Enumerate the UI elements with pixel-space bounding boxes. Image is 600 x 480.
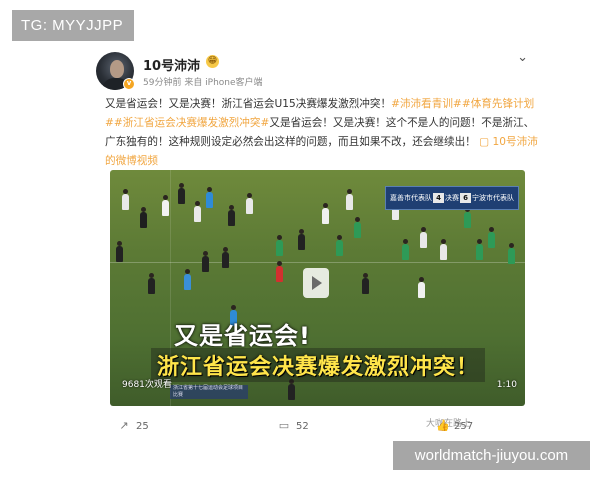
player — [222, 247, 229, 268]
scoreboard-score-left: 4 — [433, 193, 444, 203]
player — [140, 207, 147, 228]
scoreboard-team-right: 宁波市代表队 — [472, 194, 514, 202]
player — [298, 229, 305, 250]
share-icon: ↗ — [119, 419, 129, 432]
player — [346, 189, 353, 210]
site-watermark: worldmatch-jiuyou.com — [393, 441, 590, 470]
player — [362, 273, 369, 294]
share-button[interactable]: ↗ 25 — [118, 419, 149, 432]
view-count: 9681次观看 — [122, 380, 172, 390]
player — [488, 227, 495, 248]
player — [402, 239, 409, 260]
player — [194, 201, 201, 222]
video-caption-top: 又是省运会! — [174, 322, 311, 350]
field-line — [110, 262, 525, 263]
player — [440, 239, 447, 260]
player — [322, 203, 329, 224]
player — [246, 193, 253, 214]
post-meta: 59分钟前 来自 iPhone客户端 — [143, 78, 263, 88]
player — [508, 243, 515, 264]
chevron-down-icon[interactable]: ⌄ — [517, 50, 528, 65]
player — [162, 195, 169, 216]
thumbs-up-icon: 👍 — [436, 419, 450, 432]
post-text: 又是省运会！又是决赛！浙江省运会U15决赛爆发激烈冲突！#沛沛看青训##体育先锋… — [105, 95, 541, 171]
player — [206, 187, 213, 208]
video-link-icon[interactable]: ▢ — [476, 136, 493, 148]
player — [476, 239, 483, 260]
player — [116, 241, 123, 262]
like-count: 257 — [454, 420, 474, 432]
video-caption-headline: 浙江省运会决赛爆发激烈冲突！ — [151, 348, 486, 382]
weibo-post-card: v 10号沛沛 😁 59分钟前 来自 iPhone客户端 ⌄ 又是省运会！又是决… — [96, 44, 542, 442]
player — [336, 235, 343, 256]
player — [420, 227, 427, 248]
comment-button[interactable]: ▭ 52 — [278, 420, 309, 432]
player — [202, 251, 209, 272]
scoreboard-score-right: 6 — [460, 193, 471, 203]
player — [288, 379, 295, 400]
action-bar: ↗ 25 ▭ 52 👍 257 — [118, 420, 538, 438]
verified-badge-icon: v — [123, 78, 135, 90]
scoreboard-label: 决赛 — [445, 194, 459, 202]
username[interactable]: 10号沛沛 — [143, 55, 200, 74]
player — [276, 261, 283, 282]
hashtag-zhejiang-conflict[interactable]: #浙江省运会决赛爆发激烈冲突# — [114, 117, 269, 129]
event-subtitle-bar: 浙江省第十七届运动会足球项目比赛 — [170, 385, 248, 399]
player — [122, 189, 129, 210]
scoreboard: 嘉善市代表队 4 决赛 6 宁波市代表队 — [385, 186, 519, 210]
player — [228, 205, 235, 226]
player — [178, 183, 185, 204]
player — [148, 273, 155, 294]
scoreboard-team-left: 嘉善市代表队 — [390, 194, 432, 202]
player — [354, 217, 361, 238]
grin-emoji-icon: 😁 — [206, 55, 219, 68]
player — [276, 235, 283, 256]
comment-icon: ▭ — [278, 419, 290, 432]
video-duration: 1:10 — [496, 380, 517, 390]
share-count: 25 — [136, 420, 149, 432]
avatar-face — [110, 60, 124, 78]
tg-watermark: TG: MYYJJPP — [12, 10, 134, 41]
play-button[interactable] — [303, 268, 329, 298]
player — [418, 277, 425, 298]
player — [184, 269, 191, 290]
hashtag-youth-training[interactable]: #沛沛看青训# — [391, 98, 462, 110]
post-text-intro: 又是省运会！又是决赛！浙江省运会U15决赛爆发激烈冲突！ — [105, 98, 392, 110]
video-player[interactable]: 嘉善市代表队 4 决赛 6 宁波市代表队 又是省运会! 浙江省运会决赛爆发激烈冲… — [110, 170, 525, 406]
screenshot-frame: TG: MYYJJPP v 10号沛沛 😁 59分钟前 来自 iPhone客户端… — [0, 0, 600, 480]
player — [464, 207, 471, 228]
like-button[interactable]: 👍 257 — [436, 420, 473, 432]
comment-count: 52 — [296, 420, 309, 432]
